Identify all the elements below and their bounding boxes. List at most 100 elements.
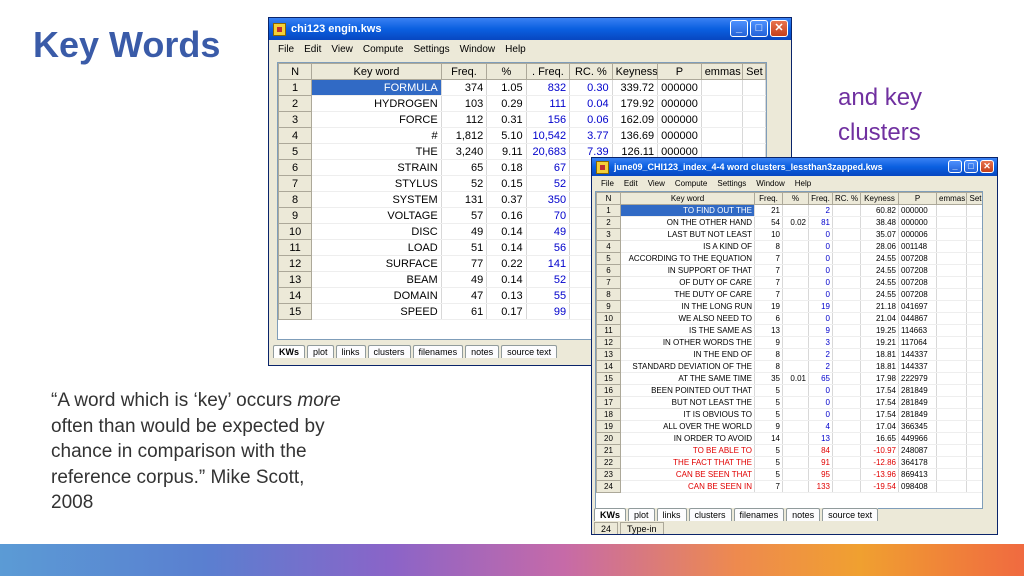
keyword-cell[interactable]: # (311, 127, 442, 144)
table-row[interactable]: 24 CAN BE SEEN IN 7 133 -19.54 098408 (596, 480, 982, 493)
keyword-cell[interactable]: STRAIN (311, 159, 442, 176)
maximize-button[interactable]: □ (964, 160, 978, 173)
column-header[interactable]: Set (966, 192, 982, 205)
table-row[interactable]: 17 BUT NOT LEAST THE 5 0 17.54 281849 (596, 396, 982, 409)
menu-item-compute[interactable]: Compute (358, 44, 409, 55)
keyword-cell[interactable]: LOAD (311, 239, 442, 256)
keyword-cell[interactable]: SYSTEM (311, 191, 442, 208)
table-row[interactable]: 4 #1,812 5.10 10,542 3.77 136.69 000000 (278, 127, 766, 144)
keyword-cell[interactable]: IN OTHER WORDS THE (620, 336, 755, 349)
column-header[interactable]: P (898, 192, 937, 205)
menu-item-settings[interactable]: Settings (408, 44, 454, 55)
keyword-cell[interactable]: THE FACT THAT THE (620, 456, 755, 469)
keyword-cell[interactable]: WE ALSO NEED TO (620, 312, 755, 325)
menu-item-file[interactable]: File (596, 179, 619, 188)
menu-item-view[interactable]: View (326, 44, 358, 55)
column-header[interactable]: . Freq. (525, 63, 571, 80)
column-header[interactable]: RC. % (832, 192, 861, 205)
tab-source-text[interactable]: source text (501, 345, 558, 358)
keyword-cell[interactable]: SURFACE (311, 255, 442, 272)
tab-links[interactable]: links (656, 508, 687, 521)
keyword-cell[interactable]: THE (311, 143, 442, 160)
column-header[interactable]: % (782, 192, 809, 205)
table-row[interactable]: 7 OF DUTY OF CARE 7 0 24.55 007208 (596, 276, 982, 289)
tab-filenames[interactable]: filenames (412, 345, 464, 358)
table-row[interactable]: 4 IS A KIND OF 8 0 28.06 001148 (596, 240, 982, 253)
column-header[interactable]: Freq. (808, 192, 833, 205)
tab-notes[interactable]: notes (465, 345, 500, 358)
menu-item-file[interactable]: File (273, 44, 299, 55)
table-row[interactable]: 3 LAST BUT NOT LEAST 10 0 35.07 000006 (596, 228, 982, 241)
keyword-cell[interactable]: STYLUS (311, 175, 442, 192)
keyword-cell[interactable]: ON THE OTHER HAND (620, 216, 755, 229)
keyword-cell[interactable]: BEEN POINTED OUT THAT (620, 384, 755, 397)
keyword-cell[interactable]: IN SUPPORT OF THAT (620, 264, 755, 277)
keyword-cell[interactable]: IS A KIND OF (620, 240, 755, 253)
tab-clusters[interactable]: clusters (367, 345, 411, 358)
keyword-cell[interactable]: THE DUTY OF CARE (620, 288, 755, 301)
table-row[interactable]: 22 THE FACT THAT THE 5 91 -12.86 364178 (596, 456, 982, 469)
table-row[interactable]: 14 STANDARD DEVIATION OF THE 8 2 18.81 144337 (596, 360, 982, 373)
table-row[interactable]: 9 IN THE LONG RUN 19 19 21.18 041697 (596, 300, 982, 313)
keyword-cell[interactable]: CAN BE SEEN THAT (620, 468, 755, 481)
keyword-cell[interactable]: VOLTAGE (311, 207, 442, 224)
close-button[interactable]: ✕ (980, 160, 994, 173)
keyword-cell[interactable]: AT THE SAME TIME (620, 372, 755, 385)
keyword-cell[interactable]: BEAM (311, 271, 442, 288)
table-row[interactable]: 18 IT IS OBVIOUS TO 5 0 17.54 281849 (596, 408, 982, 421)
table-row[interactable]: 10 WE ALSO NEED TO 6 0 21.04 044867 (596, 312, 982, 325)
maximize-button[interactable]: □ (750, 20, 768, 37)
column-header[interactable]: N (278, 63, 313, 80)
table-row[interactable]: 6 IN SUPPORT OF THAT 7 0 24.55 007208 (596, 264, 982, 277)
table-row[interactable]: 16 BEEN POINTED OUT THAT 5 0 17.54 281849 (596, 384, 982, 397)
keyword-cell[interactable]: CAN BE SEEN IN (620, 480, 755, 493)
table-row[interactable]: 1 FORMULA 374 1.05 832 0.30 339.72 000000 (278, 79, 766, 96)
tab-notes[interactable]: notes (786, 508, 821, 521)
column-header[interactable]: emmas (700, 63, 744, 80)
column-header[interactable]: Freq. (754, 192, 783, 205)
keyword-cell[interactable]: SPEED (311, 303, 442, 320)
tab-plot[interactable]: plot (628, 508, 655, 521)
keyword-cell[interactable]: IT IS OBVIOUS TO (620, 408, 755, 421)
column-header[interactable]: P (657, 63, 702, 80)
menu-item-view[interactable]: View (643, 179, 670, 188)
keyword-cell[interactable]: IS THE SAME AS (620, 324, 755, 337)
keyword-cell[interactable]: FORMULA (311, 79, 442, 96)
column-header[interactable]: Keyness (860, 192, 899, 205)
table-row[interactable]: 2 ON THE OTHER HAND 54 0.02 81 38.48 000000 (596, 216, 982, 229)
table-row[interactable]: 23 CAN BE SEEN THAT 5 95 -13.96 869413 (596, 468, 982, 481)
menu-item-edit[interactable]: Edit (619, 179, 643, 188)
column-header[interactable]: % (486, 63, 527, 80)
keyword-cell[interactable]: BUT NOT LEAST THE (620, 396, 755, 409)
column-header[interactable]: RC. % (569, 63, 613, 80)
keyword-cell[interactable]: TO FIND OUT THE (620, 204, 755, 217)
table-row[interactable]: 11 IS THE SAME AS 13 9 19.25 114663 (596, 324, 982, 337)
keyword-cell[interactable]: DOMAIN (311, 287, 442, 304)
table-row[interactable]: 8 THE DUTY OF CARE 7 0 24.55 007208 (596, 288, 982, 301)
keyword-cell[interactable]: IN ORDER TO AVOID (620, 432, 755, 445)
table-row[interactable]: 12 IN OTHER WORDS THE 9 3 19.21 117064 (596, 336, 982, 349)
keyword-cell[interactable]: OF DUTY OF CARE (620, 276, 755, 289)
menu-item-edit[interactable]: Edit (299, 44, 326, 55)
table-row[interactable]: 21 TO BE ABLE TO 5 84 -10.97 248087 (596, 444, 982, 457)
keyword-cell[interactable]: DISC (311, 223, 442, 240)
column-header[interactable]: emmas (936, 192, 967, 205)
keyword-cell[interactable]: ACCORDING TO THE EQUATION (620, 252, 755, 265)
keyword-cell[interactable]: STANDARD DEVIATION OF THE (620, 360, 755, 373)
table-row[interactable]: 2 HYDROGEN 103 0.29 111 0.04 179.92 000000 (278, 95, 766, 112)
table-row[interactable]: 13 IN THE END OF 8 2 18.81 144337 (596, 348, 982, 361)
minimize-button[interactable]: _ (730, 20, 748, 37)
tab-plot[interactable]: plot (307, 345, 334, 358)
keywords-window-titlebar[interactable]: chi123 engin.kws _ □ ✕ (269, 18, 791, 40)
tab-source-text[interactable]: source text (822, 508, 879, 521)
menu-item-settings[interactable]: Settings (712, 179, 751, 188)
column-header[interactable]: Set (742, 63, 766, 80)
keyword-cell[interactable]: ALL OVER THE WORLD (620, 420, 755, 433)
table-row[interactable]: 20 IN ORDER TO AVOID 14 13 16.65 449966 (596, 432, 982, 445)
keyword-cell[interactable]: LAST BUT NOT LEAST (620, 228, 755, 241)
tab-kws[interactable]: KWs (594, 508, 626, 521)
menu-item-window[interactable]: Window (751, 179, 789, 188)
table-row[interactable]: 15 AT THE SAME TIME 35 0.01 65 17.98 222979 (596, 372, 982, 385)
column-header[interactable]: N (596, 192, 621, 205)
tab-links[interactable]: links (335, 345, 366, 358)
